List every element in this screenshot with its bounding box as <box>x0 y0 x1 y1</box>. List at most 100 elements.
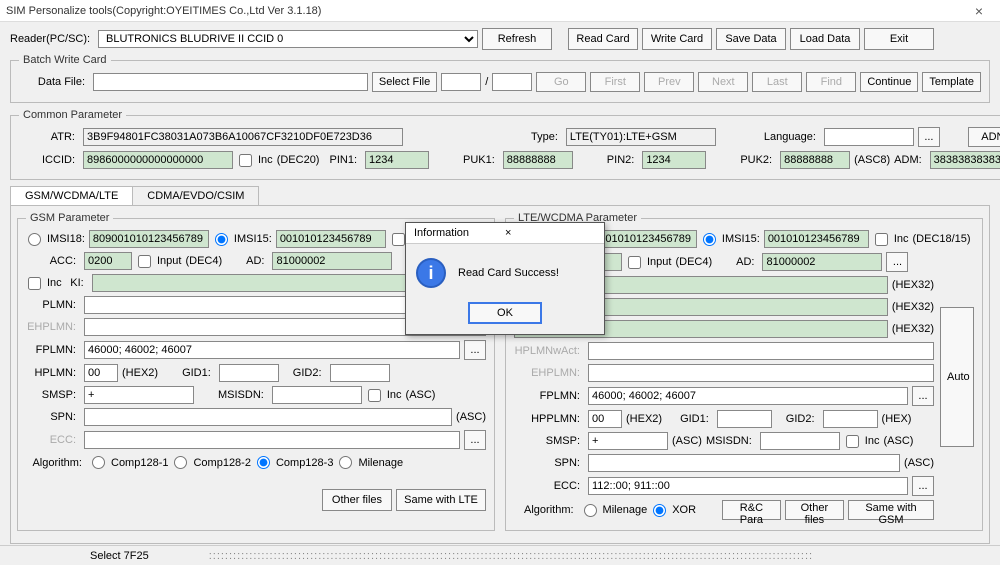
lte-same-gsm-button[interactable]: Same with GSM <box>848 500 934 520</box>
gsm-input-label: Input <box>157 255 181 267</box>
iccid-input[interactable] <box>83 151 233 169</box>
gsm-fplmn-dots[interactable]: ... <box>464 340 486 360</box>
lte-inc-checkbox[interactable] <box>875 233 888 246</box>
lte-input-checkbox[interactable] <box>628 256 641 269</box>
gsm-ki-label: KI: <box>66 277 88 289</box>
lte-imsi15-radio[interactable] <box>703 233 716 246</box>
language-dots-button[interactable]: ... <box>918 127 940 147</box>
lte-hplmnwact-input[interactable] <box>588 342 934 360</box>
close-icon[interactable]: × <box>964 3 994 19</box>
pin1-input[interactable] <box>365 151 429 169</box>
lte-msisdn-asc: (ASC) <box>883 435 913 447</box>
status-text: Select 7F25 <box>90 550 149 562</box>
gsm-imsi15-input[interactable] <box>276 230 386 248</box>
lte-ehplmn-input[interactable] <box>588 364 934 382</box>
read-card-button[interactable]: Read Card <box>568 28 638 50</box>
type-label: Type: <box>531 131 562 143</box>
lte-ad-dots[interactable]: ... <box>886 252 908 272</box>
gsm-ki-inc-checkbox[interactable] <box>28 277 41 290</box>
write-card-button[interactable]: Write Card <box>642 28 712 50</box>
lte-imsi15-input[interactable] <box>764 230 869 248</box>
gsm-msisdn-input[interactable] <box>272 386 362 404</box>
gsm-ecc-input[interactable] <box>84 431 460 449</box>
tab-gsm-wcdma-lte[interactable]: GSM/WCDMA/LTE <box>10 186 133 205</box>
reader-select[interactable]: BLUTRONICS BLUDRIVE II CCID 0 <box>98 30 478 48</box>
lte-ad-label: AD: <box>736 256 758 268</box>
dialog-close-icon[interactable]: × <box>505 227 596 239</box>
language-input[interactable] <box>824 128 914 146</box>
gsm-ecc-dots[interactable]: ... <box>464 430 486 450</box>
lte-input-label: Input <box>647 256 671 268</box>
gsm-inc-checkbox[interactable] <box>392 233 405 246</box>
lte-hpplmn-input[interactable] <box>588 410 622 428</box>
lte-hex: (HEX) <box>882 413 912 425</box>
common-legend: Common Parameter <box>19 109 126 121</box>
batch-pos-input[interactable] <box>441 73 481 91</box>
lte-ecc-dots[interactable]: ... <box>912 476 934 496</box>
gsm-other-files-button[interactable]: Other files <box>322 489 392 511</box>
gsm-msisdn-inc-checkbox[interactable] <box>368 389 381 402</box>
tabs: GSM/WCDMA/LTE CDMA/EVDO/CSIM <box>10 186 990 205</box>
adm-input[interactable] <box>930 151 1000 169</box>
select-file-button[interactable]: Select File <box>372 72 437 92</box>
datafile-input[interactable] <box>93 73 368 91</box>
gsm-gid2-input[interactable] <box>330 364 390 382</box>
lte-fplmn-input[interactable] <box>588 387 908 405</box>
gsm-hplmn-input[interactable] <box>84 364 118 382</box>
lte-gid1-input[interactable] <box>717 410 772 428</box>
save-data-button[interactable]: Save Data <box>716 28 786 50</box>
next-button: Next <box>698 72 748 92</box>
template-button[interactable]: Template <box>922 72 981 92</box>
lte-ad-input[interactable] <box>762 253 882 271</box>
lte-spn-input[interactable] <box>588 454 900 472</box>
puk1-input[interactable] <box>503 151 573 169</box>
batch-fieldset: Batch Write Card Data File: Select File … <box>10 54 990 103</box>
lte-smsp-input[interactable] <box>588 432 668 450</box>
gsm-imsi15-radio[interactable] <box>215 233 228 246</box>
gsm-fplmn-input[interactable] <box>84 341 460 359</box>
lte-fplmn-dots[interactable]: ... <box>912 386 934 406</box>
pin2-input[interactable] <box>642 151 706 169</box>
gsm-spn-asc: (ASC) <box>456 411 486 423</box>
gsm-comp1-radio[interactable] <box>92 456 105 469</box>
adn-button[interactable]: ADN <box>968 127 1000 147</box>
gsm-comp2-radio[interactable] <box>174 456 187 469</box>
continue-button[interactable]: Continue <box>860 72 918 92</box>
adm-label: ADM: <box>894 154 926 166</box>
gsm-comp3-radio[interactable] <box>257 456 270 469</box>
gsm-msisdn-inc-label: Inc <box>387 389 402 401</box>
gsm-imsi18-radio[interactable] <box>28 233 41 246</box>
gsm-spn-input[interactable] <box>84 408 452 426</box>
lte-msisdn-input[interactable] <box>760 432 840 450</box>
load-data-button[interactable]: Load Data <box>790 28 860 50</box>
gsm-same-lte-button[interactable]: Same with LTE <box>396 489 486 511</box>
lte-msisdn-inc-checkbox[interactable] <box>846 435 859 448</box>
dialog-ok-button[interactable]: OK <box>468 302 542 324</box>
gsm-gid1-label: GID1: <box>182 367 215 379</box>
gsm-milenage-radio[interactable] <box>339 456 352 469</box>
lte-xor-radio[interactable] <box>653 504 666 517</box>
lte-ecc-label: ECC: <box>514 480 584 492</box>
lte-algo-label: Algorithm: <box>514 504 578 516</box>
lte-ecc-input[interactable] <box>588 477 908 495</box>
lte-gid2-input[interactable] <box>823 410 878 428</box>
batch-total-input[interactable] <box>492 73 532 91</box>
lte-rc-para-button[interactable]: R&C Para <box>722 500 781 520</box>
tab-cdma-evdo-csim[interactable]: CDMA/EVDO/CSIM <box>132 186 259 205</box>
gsm-gid1-input[interactable] <box>219 364 279 382</box>
lte-auto-button[interactable]: Auto <box>940 307 974 447</box>
go-button: Go <box>536 72 586 92</box>
iccid-inc-checkbox[interactable] <box>239 154 252 167</box>
puk2-input[interactable] <box>780 151 850 169</box>
gsm-acc-input[interactable] <box>84 252 132 270</box>
gsm-ad-input[interactable] <box>272 252 392 270</box>
gsm-input-checkbox[interactable] <box>138 255 151 268</box>
exit-button[interactable]: Exit <box>864 28 934 50</box>
gsm-plmn-label: PLMN: <box>26 299 80 311</box>
gsm-imsi18-input[interactable] <box>89 230 209 248</box>
refresh-button[interactable]: Refresh <box>482 28 552 50</box>
gsm-ad-label: AD: <box>246 255 268 267</box>
gsm-smsp-input[interactable] <box>84 386 194 404</box>
lte-milenage-radio[interactable] <box>584 504 597 517</box>
lte-other-files-button[interactable]: Other files <box>785 500 844 520</box>
